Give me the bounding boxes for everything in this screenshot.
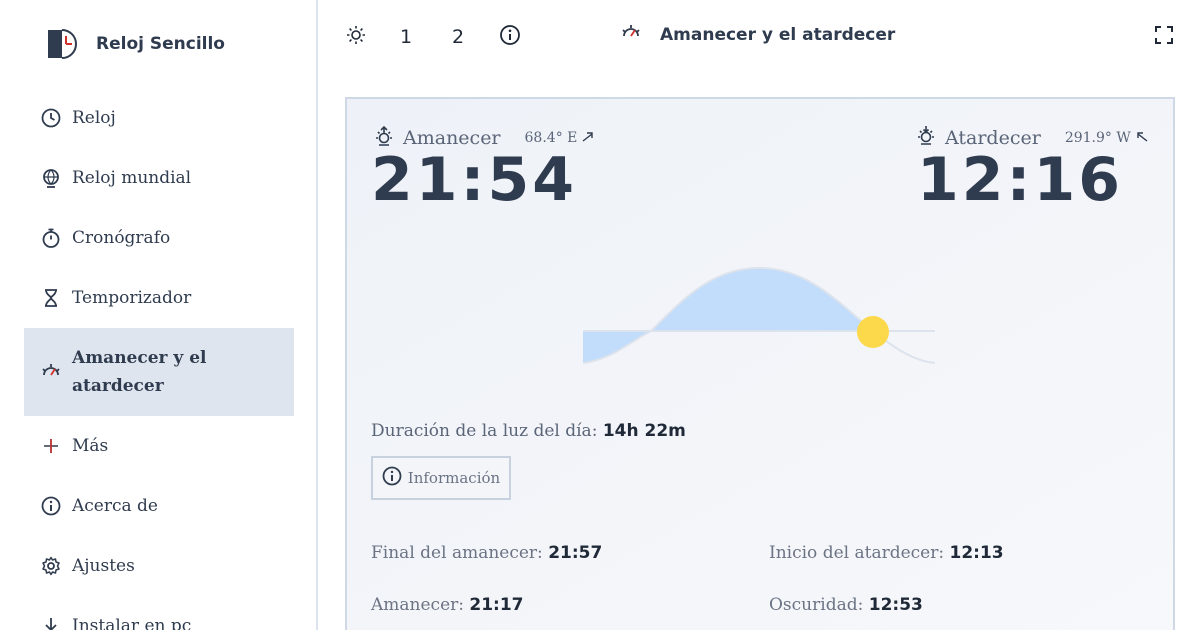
clock-logo-icon — [40, 24, 80, 64]
plus-icon — [40, 435, 62, 457]
sidebar-item-install[interactable]: Instalar en pc — [24, 596, 294, 630]
hourglass-icon — [40, 287, 62, 309]
sidebar-item-about[interactable]: Acerca de — [24, 476, 294, 536]
fullscreen-icon — [1154, 25, 1174, 50]
sidebar-item-sunrise-sunset[interactable]: Amanecer y el atardecer — [24, 328, 294, 416]
info-icon — [499, 24, 521, 51]
sidebar-item-stopwatch[interactable]: Cronógrafo — [24, 208, 294, 268]
information-button[interactable]: Información — [371, 456, 511, 500]
sidebar-item-label: Ajustes — [72, 556, 135, 576]
info-button[interactable] — [498, 24, 522, 50]
brand[interactable]: Reloj Sencillo — [40, 24, 225, 64]
darkness-row: Oscuridad: 12:53 — [769, 595, 923, 615]
arrow-up-right-icon — [581, 129, 595, 148]
sidebar-item-more[interactable]: Más — [24, 416, 294, 476]
sidebar-item-label: Más — [72, 436, 109, 456]
sidebar-item-settings[interactable]: Ajustes — [24, 536, 294, 596]
sunrise-detail-value: 21:17 — [469, 595, 524, 615]
sunset-start-row: Inicio del atardecer: 12:13 — [769, 543, 1004, 563]
sidebar: Reloj Sencillo Reloj Reloj mundial Cronó… — [0, 0, 318, 630]
sidebar-item-world-clock[interactable]: Reloj mundial — [24, 148, 294, 208]
information-label: Información — [407, 469, 501, 487]
sun-card: Amanecer 68.4° E 21:54 Atardecer 291.9° … — [345, 97, 1175, 630]
info-icon — [40, 495, 62, 517]
daylight-duration: Duración de la luz del día: 14h 22m — [371, 421, 686, 441]
app-name: Reloj Sencillo — [96, 34, 225, 54]
sidebar-item-label: Temporizador — [72, 288, 192, 308]
sunrise-detail-label: Amanecer: — [371, 595, 464, 615]
sun-icon — [345, 24, 367, 51]
theme-toggle-button[interactable] — [344, 24, 368, 50]
arrow-up-left-icon — [1135, 129, 1149, 148]
download-icon — [40, 615, 62, 630]
darkness-value: 12:53 — [868, 595, 923, 615]
globe-clock-icon — [40, 167, 62, 189]
sidebar-item-label: Reloj mundial — [72, 168, 192, 188]
sidebar-item-label: Acerca de — [72, 496, 158, 516]
option-1-button[interactable]: 1 — [396, 24, 416, 50]
header-sunrise-icon-wrap — [618, 22, 644, 48]
sunset-time: 12:16 — [917, 145, 1123, 215]
option-2-button[interactable]: 2 — [448, 24, 468, 50]
sunset-direction: 291.9° W — [1064, 130, 1131, 146]
sunrise-icon — [40, 361, 62, 383]
daylight-label: Duración de la luz del día: — [371, 421, 598, 441]
daylight-value: 14h 22m — [602, 421, 686, 441]
sidebar-item-label: Instalar en pc — [72, 616, 192, 630]
sun-path-chart — [583, 266, 936, 364]
info-icon — [382, 466, 402, 490]
clock-icon — [40, 107, 62, 129]
sidebar-nav: Reloj Reloj mundial Cronógrafo Temporiza… — [24, 88, 294, 630]
sunset-start-value: 12:13 — [949, 543, 1004, 563]
sunset-start-label: Inicio del atardecer: — [769, 543, 945, 563]
sunrise-row: Amanecer: 21:17 — [371, 595, 524, 615]
fullscreen-button[interactable] — [1152, 24, 1176, 50]
sidebar-item-timer[interactable]: Temporizador — [24, 268, 294, 328]
sunrise-icon — [620, 22, 642, 49]
darkness-label: Oscuridad: — [769, 595, 864, 615]
sidebar-item-reloj[interactable]: Reloj — [24, 88, 294, 148]
stopwatch-icon — [40, 227, 62, 249]
sunrise-end-row: Final del amanecer: 21:57 — [371, 543, 602, 563]
gear-icon — [40, 555, 62, 577]
sun-position-marker — [857, 316, 889, 348]
sidebar-item-label: Reloj — [72, 108, 116, 128]
top-toolbar: 1 2 Amanecer y el atardecer — [320, 0, 1200, 72]
page-title: Amanecer y el atardecer — [660, 25, 896, 45]
sunrise-direction: 68.4° E — [524, 130, 578, 146]
sidebar-item-label: Amanecer y el atardecer — [72, 348, 207, 396]
sidebar-item-label: Cronógrafo — [72, 228, 171, 248]
sunrise-time: 21:54 — [371, 145, 577, 215]
sunrise-end-value: 21:57 — [548, 543, 603, 563]
sunrise-end-label: Final del amanecer: — [371, 543, 543, 563]
